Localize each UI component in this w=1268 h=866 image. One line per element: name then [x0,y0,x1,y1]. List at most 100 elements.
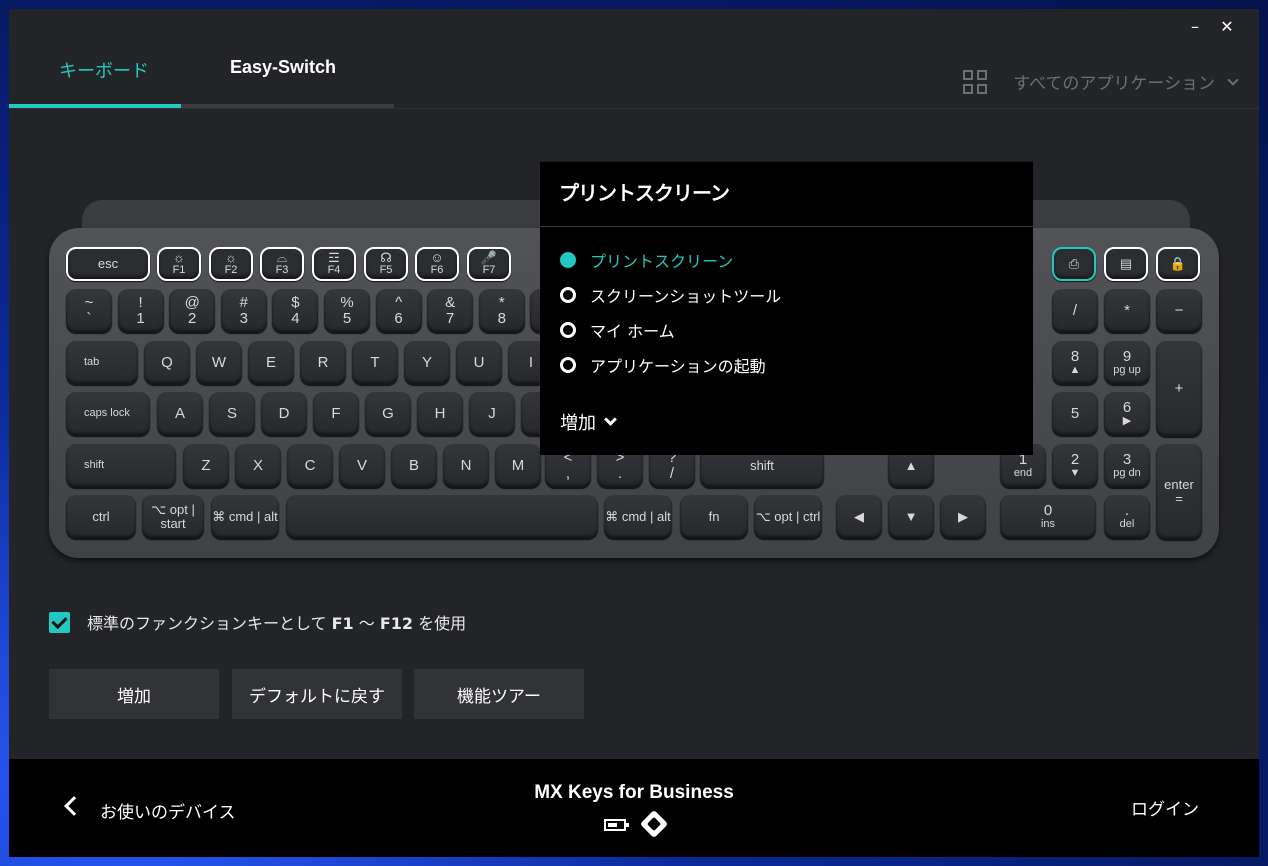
key-space[interactable] [286,495,598,539]
key-g[interactable]: G [365,392,411,436]
key-esc[interactable]: esc [66,247,150,281]
radio-icon [560,287,576,303]
key-fn[interactable]: fn [680,495,748,539]
key-a[interactable]: A [157,392,203,436]
key-num-2[interactable]: @2 [169,289,216,333]
key-numpad-op[interactable]: * [1104,289,1150,333]
key-n[interactable]: N [443,444,489,488]
key-right-opt[interactable]: ⌥ opt | ctrl [754,495,822,539]
key-f4[interactable]: ☲ F4 [312,247,356,281]
key-numpad-0[interactable]: 0 ins [1000,495,1096,539]
key-d[interactable]: D [261,392,307,436]
option-my-home[interactable]: マイ ホーム [560,318,675,342]
feature-tour-button[interactable]: 機能ツアー [414,669,584,719]
key-left-opt[interactable]: ⌥ opt | start [142,495,204,539]
key-f1[interactable]: ☼ F1 [157,247,201,281]
key-num-3[interactable]: #3 [220,289,267,333]
chevron-down-icon [604,413,617,426]
key-v[interactable]: V [339,444,385,488]
key-f6[interactable]: ☺ F6 [415,247,459,281]
key-numpad-5[interactable]: 5 [1052,392,1098,436]
key-print-screen[interactable]: ⎙ [1052,247,1096,281]
key-left-cmd[interactable]: ⌘ cmd | alt [211,495,279,539]
key-num-0[interactable]: ~ ` [66,289,112,333]
key-z[interactable]: Z [183,444,229,488]
popup-title: プリントスクリーン [559,181,730,205]
key-h[interactable]: H [417,392,463,436]
key-caps-lock[interactable]: caps lock [66,392,150,436]
radio-icon [560,322,576,338]
key-numpad-op[interactable]: / [1052,289,1098,333]
key-s[interactable]: S [209,392,255,436]
key-t[interactable]: T [352,341,398,385]
key-r[interactable]: R [300,341,346,385]
key-x[interactable]: X [235,444,281,488]
app-window: – ✕ キーボード Easy-Switch すべてのアプリケーション esc ☼ F… [9,9,1259,857]
more-label: 増加 [560,413,596,434]
option-label: マイ ホーム [590,322,675,341]
radio-selected-icon [560,252,576,268]
key-num-8[interactable]: * 8 [478,289,525,333]
key-u[interactable]: U [456,341,502,385]
close-button[interactable]: ✕ [1213,13,1241,39]
option-screenshot-tool[interactable]: スクリーンショットツール [560,283,781,307]
key-numpad-dot[interactable]: . del [1104,495,1150,539]
key-assignment-popup: プリントスクリーン プリントスクリーン スクリーンショットツール マイ ホーム … [540,161,1033,455]
key-num-4[interactable]: $4 [272,289,319,333]
key-arrow-left[interactable]: ◀ [836,495,882,539]
key-num-7[interactable]: & 7 [427,289,474,333]
reset-default-button[interactable]: デフォルトに戻す [232,669,402,719]
key-j[interactable]: J [469,392,515,436]
key-num-1[interactable]: ! 1 [117,289,164,333]
key-e[interactable]: E [248,341,294,385]
key-numpad-2[interactable]: 2 ▼ [1052,444,1098,488]
app-selector[interactable]: すべてのアプリケーション [963,69,1239,94]
key-c[interactable]: C [287,444,333,488]
key-num-6[interactable]: ^ 6 [375,289,422,333]
option-label: スクリーンショットツール [590,287,782,306]
minimize-button[interactable]: – [1181,13,1209,39]
key-arrow-right[interactable]: ▶ [940,495,986,539]
key-f[interactable]: F [313,392,359,436]
tab-keyboard[interactable]: キーボード [59,57,149,83]
key-numpad-3[interactable]: 3 pg dn [1104,444,1150,488]
popup-divider [540,226,1033,227]
key-numpad-op[interactable]: − [1156,289,1202,333]
key-arrow-down[interactable]: ▼ [888,495,934,539]
tab-easy-switch[interactable]: Easy-Switch [230,57,336,78]
key-f7[interactable]: 🎤 F7 [467,247,511,281]
key-tab[interactable]: tab [66,341,138,385]
key-menu[interactable]: ▤ [1104,247,1148,281]
login-button[interactable]: ログイン [1131,795,1199,820]
key-f2[interactable]: ☼ F2 [209,247,253,281]
key-numpad-enter[interactable]: enter = [1156,444,1202,540]
unifying-receiver-icon [639,809,669,839]
key-right-cmd[interactable]: ⌘ cmd | alt [604,495,672,539]
add-button[interactable]: 増加 [49,669,219,719]
key-numpad-plus[interactable]: + [1156,341,1202,437]
footer-bar: お使いのデバイス MX Keys for Business ログイン [9,759,1259,857]
key-f5[interactable]: ☊ F5 [364,247,408,281]
key-w[interactable]: W [196,341,242,385]
fkey-checkbox[interactable] [49,612,70,633]
key-numpad-6[interactable]: 6 ▶ [1104,392,1150,436]
key-b[interactable]: B [391,444,437,488]
key-f3[interactable]: ⌓ F3 [260,247,304,281]
key-y[interactable]: Y [404,341,450,385]
option-label: プリントスクリーン [590,252,734,271]
app-selector-label: すべてのアプリケーション [1013,74,1215,94]
option-launch-app[interactable]: アプリケーションの起動 [560,353,766,377]
key-m[interactable]: M [495,444,541,488]
key-numpad-9[interactable]: 9 pg up [1104,341,1150,385]
key-left-ctrl[interactable]: ctrl [66,495,136,539]
chevron-down-icon [1227,73,1239,86]
key-q[interactable]: Q [144,341,190,385]
option-print-screen[interactable]: プリントスクリーン [560,248,733,272]
more-button[interactable]: 増加 [560,409,617,435]
option-label: アプリケーションの起動 [590,357,766,376]
key-num-5[interactable]: % 5 [324,289,370,333]
key-lock[interactable]: 🔒 [1156,247,1200,281]
key-left-shift[interactable]: shift [66,444,176,488]
key-numpad-8[interactable]: 8 ▲ [1052,341,1098,385]
grid-icon [963,69,988,94]
